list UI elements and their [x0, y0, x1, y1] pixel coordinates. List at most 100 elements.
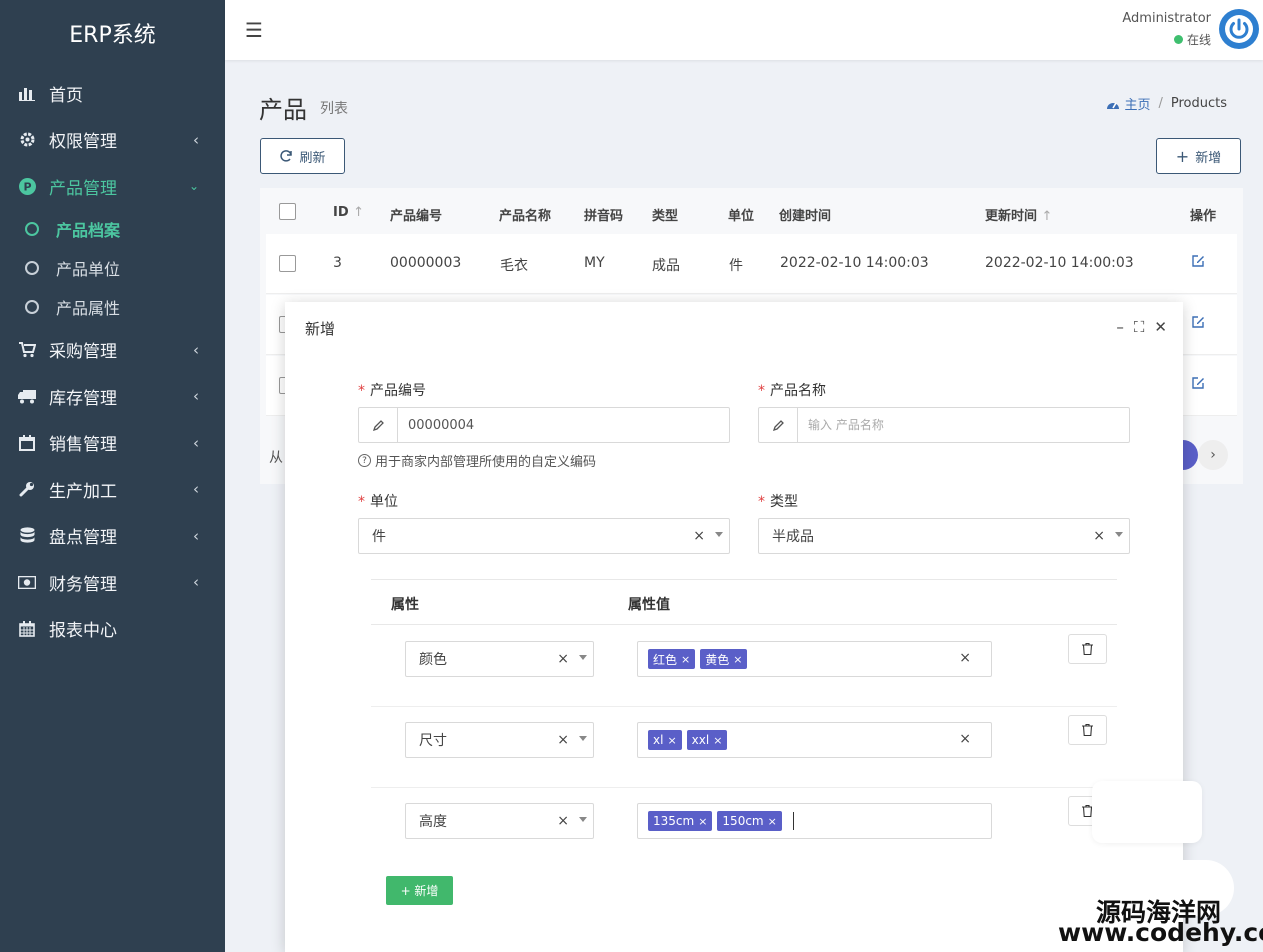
row-checkbox[interactable] [279, 255, 296, 272]
remove-tag-icon[interactable]: × [667, 734, 676, 747]
attribute-row: 高度 × 135cm × 150cm × [371, 788, 1117, 869]
edit-icon[interactable] [1191, 315, 1205, 333]
header-id[interactable]: ID ↑ [333, 205, 364, 220]
add-button-label: 新增 [1195, 150, 1222, 166]
sidebar-item-home[interactable]: 首页 [0, 70, 225, 117]
remove-tag-icon[interactable]: × [698, 815, 707, 828]
dashboard-icon [1107, 102, 1120, 109]
value-tag: 150cm × [717, 811, 782, 831]
breadcrumb-separator: / [1158, 96, 1163, 111]
edit-icon[interactable] [1191, 376, 1205, 394]
sidebar-item-label: 首页 [49, 85, 83, 106]
sidebar-item-label: 采购管理 [49, 342, 117, 363]
sidebar-item-permissions[interactable]: 权限管理 ‹ [0, 117, 225, 164]
breadcrumb-home-label: 主页 [1124, 98, 1151, 113]
attribute-values-input[interactable]: xl × xxl × × [637, 722, 992, 758]
clear-icon[interactable]: × [557, 651, 569, 667]
modal-title: 新增 [305, 320, 336, 338]
attribute-select[interactable]: 颜色 × [405, 641, 594, 677]
select-all-checkbox[interactable] [279, 203, 296, 220]
cell-pinyin: MY [584, 255, 605, 271]
menu-toggle-icon[interactable]: ☰ [245, 18, 263, 42]
header-actions: 操作 [1190, 209, 1217, 224]
clear-icon[interactable]: × [693, 528, 705, 544]
code-input[interactable] [398, 408, 729, 442]
close-icon[interactable]: ✕ [1154, 318, 1167, 336]
attribute-values-input[interactable]: 135cm × 150cm × [637, 803, 992, 839]
sidebar-item-finance[interactable]: 财务管理 ‹ [0, 559, 225, 606]
attribute-values-input[interactable]: 红色 × 黄色 × × [637, 641, 992, 677]
clear-icon[interactable]: × [1093, 528, 1105, 544]
chevron-left-icon: ‹ [193, 387, 199, 406]
online-dot-icon [1173, 35, 1183, 44]
chevron-left-icon: ‹ [193, 130, 199, 149]
delete-row-button[interactable] [1068, 634, 1107, 664]
sidebar-subitem-product-archive[interactable]: 产品档案 [0, 210, 225, 249]
chevron-left-icon: ‹ [193, 340, 199, 359]
calendar-icon [18, 434, 36, 452]
minimize-icon[interactable]: – [1116, 318, 1124, 336]
modal-controls: – ⛶ ✕ [1116, 318, 1167, 336]
text-cursor [792, 812, 794, 830]
header-name: 产品名称 [499, 209, 552, 224]
clear-icon[interactable]: × [959, 731, 971, 747]
name-field [758, 407, 1130, 443]
sidebar-subitem-product-attribute[interactable]: 产品属性 [0, 288, 225, 327]
table-row: 3 00000003 毛衣 MY 成品 件 2022-02-10 14:00:0… [266, 234, 1237, 294]
sidebar-item-sales[interactable]: 销售管理 ‹ [0, 420, 225, 467]
maximize-icon[interactable]: ⛶ [1134, 318, 1145, 336]
remove-tag-icon[interactable]: × [681, 653, 690, 666]
sidebar-item-products[interactable]: P 产品管理 ⌄ [0, 163, 225, 210]
chevron-left-icon: ‹ [193, 480, 199, 499]
sidebar-item-inventory[interactable]: 库存管理 ‹ [0, 373, 225, 420]
attribute-select-value: 高度 [419, 814, 447, 830]
page-subtitle: 列表 [320, 101, 348, 117]
remove-tag-icon[interactable]: × [768, 815, 777, 828]
header-updated[interactable]: 更新时间 ↑ [985, 205, 1052, 224]
attribute-select[interactable]: 高度 × [405, 803, 594, 839]
sidebar-subitem-label: 产品属性 [56, 299, 121, 318]
unit-select[interactable]: 件 × [358, 518, 730, 554]
remove-tag-icon[interactable]: × [733, 653, 742, 666]
name-label: * 产品名称 [758, 383, 826, 399]
delete-row-button[interactable] [1068, 715, 1107, 745]
cell-unit: 件 [729, 258, 743, 274]
cell-created: 2022-02-10 14:00:03 [780, 255, 929, 271]
caret-down-icon [579, 736, 587, 741]
value-tag: 135cm × [648, 811, 713, 831]
avatar[interactable] [1219, 9, 1259, 49]
clear-icon[interactable]: × [557, 813, 569, 829]
pencil-icon [759, 408, 798, 442]
edit-icon[interactable] [1191, 254, 1205, 272]
add-button[interactable]: + 新增 [1156, 138, 1241, 174]
sidebar-item-stocktake[interactable]: 盘点管理 ‹ [0, 513, 225, 560]
sidebar-subitem-product-unit[interactable]: 产品单位 [0, 249, 225, 288]
value-tag: 红色 × [648, 649, 696, 669]
cell-id: 3 [333, 255, 342, 271]
remove-tag-icon[interactable]: × [713, 734, 722, 747]
sidebar-item-reports[interactable]: 报表中心 [0, 606, 225, 653]
sidebar-item-purchase[interactable]: 采购管理 ‹ [0, 327, 225, 374]
trash-icon [1082, 724, 1093, 736]
gear-icon [18, 131, 36, 149]
caret-down-icon [715, 532, 723, 537]
refresh-icon [280, 150, 293, 162]
attribute-select[interactable]: 尺寸 × [405, 722, 594, 758]
name-input[interactable] [798, 408, 1129, 442]
user-name[interactable]: Administrator [1122, 11, 1211, 26]
required-mark: * [358, 383, 365, 399]
sort-arrow-icon: ↑ [1041, 209, 1053, 224]
truck-icon [18, 387, 36, 405]
add-attribute-button[interactable]: + 新增 [386, 876, 453, 905]
type-select[interactable]: 半成品 × [758, 518, 1130, 554]
sidebar-item-label: 生产加工 [49, 481, 117, 502]
breadcrumb-home[interactable]: 主页 [1106, 94, 1150, 113]
clear-icon[interactable]: × [557, 732, 569, 748]
refresh-button[interactable]: 刷新 [260, 138, 345, 174]
next-page-button[interactable]: › [1198, 440, 1228, 470]
code-label: * 产品编号 [358, 383, 426, 399]
sidebar-item-production[interactable]: 生产加工 ‹ [0, 466, 225, 513]
clear-icon[interactable]: × [959, 650, 971, 666]
sidebar-item-label: 财务管理 [49, 574, 117, 595]
database-icon [18, 527, 36, 545]
